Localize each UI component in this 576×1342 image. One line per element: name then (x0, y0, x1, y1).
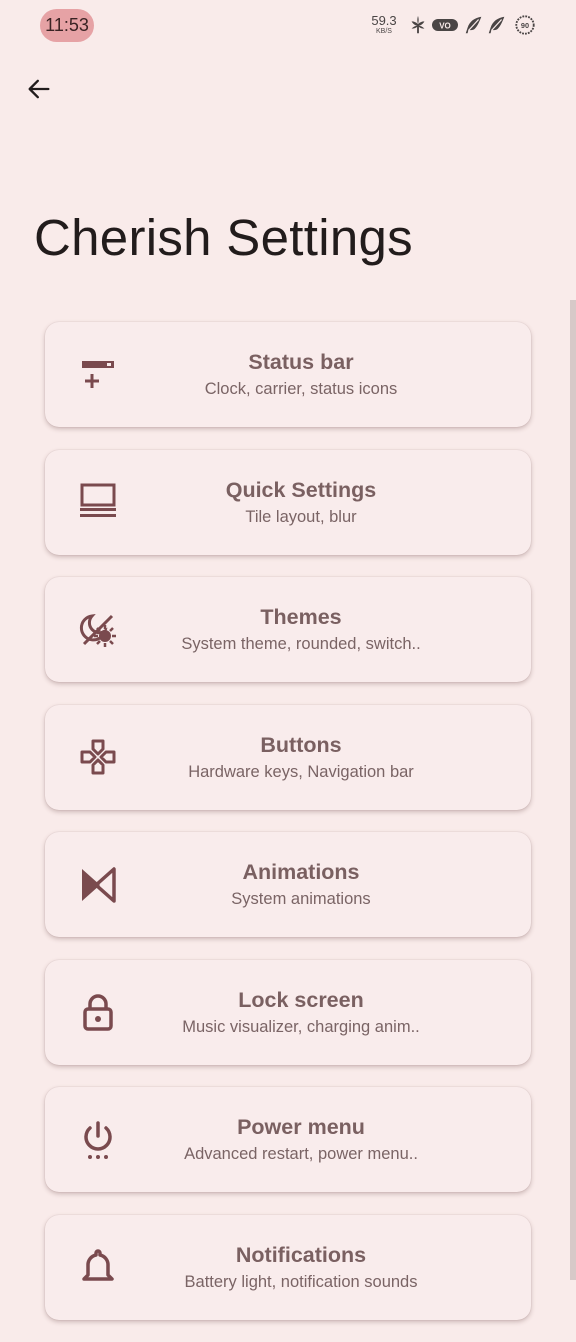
arrow-back-icon (28, 79, 50, 99)
item-subtitle: Music visualizer, charging anim.. (182, 1017, 420, 1036)
signal-icon-2 (486, 14, 508, 36)
settings-item-buttons[interactable]: Buttons Hardware keys, Navigation bar (45, 704, 531, 810)
power-icon (78, 1120, 118, 1160)
settings-item-themes[interactable]: Themes System theme, rounded, switch.. (45, 577, 531, 682)
item-title: Status bar (248, 350, 354, 374)
gamepad-icon (78, 737, 118, 777)
volte-label: VO (439, 22, 451, 31)
item-title: Power menu (237, 1115, 365, 1139)
status-bar: 11:53 59.3 KB/S VO 90 (0, 0, 576, 52)
item-subtitle: Clock, carrier, status icons (204, 380, 398, 398)
item-subtitle: Hardware keys, Navigation bar (188, 762, 414, 781)
item-title: Themes (260, 605, 342, 629)
volte-icon: VO (431, 14, 459, 36)
network-speed: 59.3 KB/S (367, 14, 401, 35)
lock-icon (78, 992, 118, 1032)
item-subtitle: Tile layout, blur (245, 507, 357, 526)
animation-icon (78, 865, 118, 905)
settings-item-power-menu[interactable]: Power menu Advanced restart, power menu.… (45, 1087, 531, 1192)
item-title: Notifications (235, 1242, 367, 1267)
clock[interactable]: 11:53 (40, 9, 94, 42)
settings-item-animations[interactable]: Animations System animations (45, 832, 531, 937)
settings-item-status-bar[interactable]: Status bar Clock, carrier, status icons (45, 322, 531, 427)
leaf-icon (407, 14, 429, 36)
signal-icon (463, 14, 485, 36)
item-subtitle: Battery light, notification sounds (184, 1272, 418, 1291)
clock-time: 11:53 (45, 15, 89, 35)
battery-level: 90 (521, 21, 529, 30)
item-title: Buttons (260, 732, 342, 757)
item-subtitle: System animations (231, 890, 371, 908)
page-title: Cherish Settings (34, 209, 413, 266)
quick-settings-icon (78, 482, 118, 522)
back-button[interactable] (18, 68, 60, 110)
network-speed-unit: KB/S (376, 28, 392, 35)
battery-icon: 90 (514, 14, 536, 36)
item-title: Animations (242, 860, 360, 884)
statusbar-icon (78, 355, 118, 395)
settings-list: Status bar Clock, carrier, status icons … (45, 322, 531, 1342)
theme-icon (78, 610, 118, 650)
network-speed-value: 59.3 (371, 13, 397, 28)
scrollbar[interactable] (570, 300, 576, 1280)
bell-icon (78, 1247, 118, 1287)
settings-item-quick-settings[interactable]: Quick Settings Tile layout, blur (45, 449, 531, 555)
item-subtitle: Advanced restart, power menu.. (184, 1145, 418, 1163)
item-title: Quick Settings (225, 477, 377, 502)
settings-item-notifications[interactable]: Notifications Battery light, notificatio… (45, 1214, 531, 1320)
item-subtitle: System theme, rounded, switch.. (181, 635, 421, 653)
item-title: Lock screen (238, 987, 364, 1012)
settings-item-lock-screen[interactable]: Lock screen Music visualizer, charging a… (45, 959, 531, 1065)
